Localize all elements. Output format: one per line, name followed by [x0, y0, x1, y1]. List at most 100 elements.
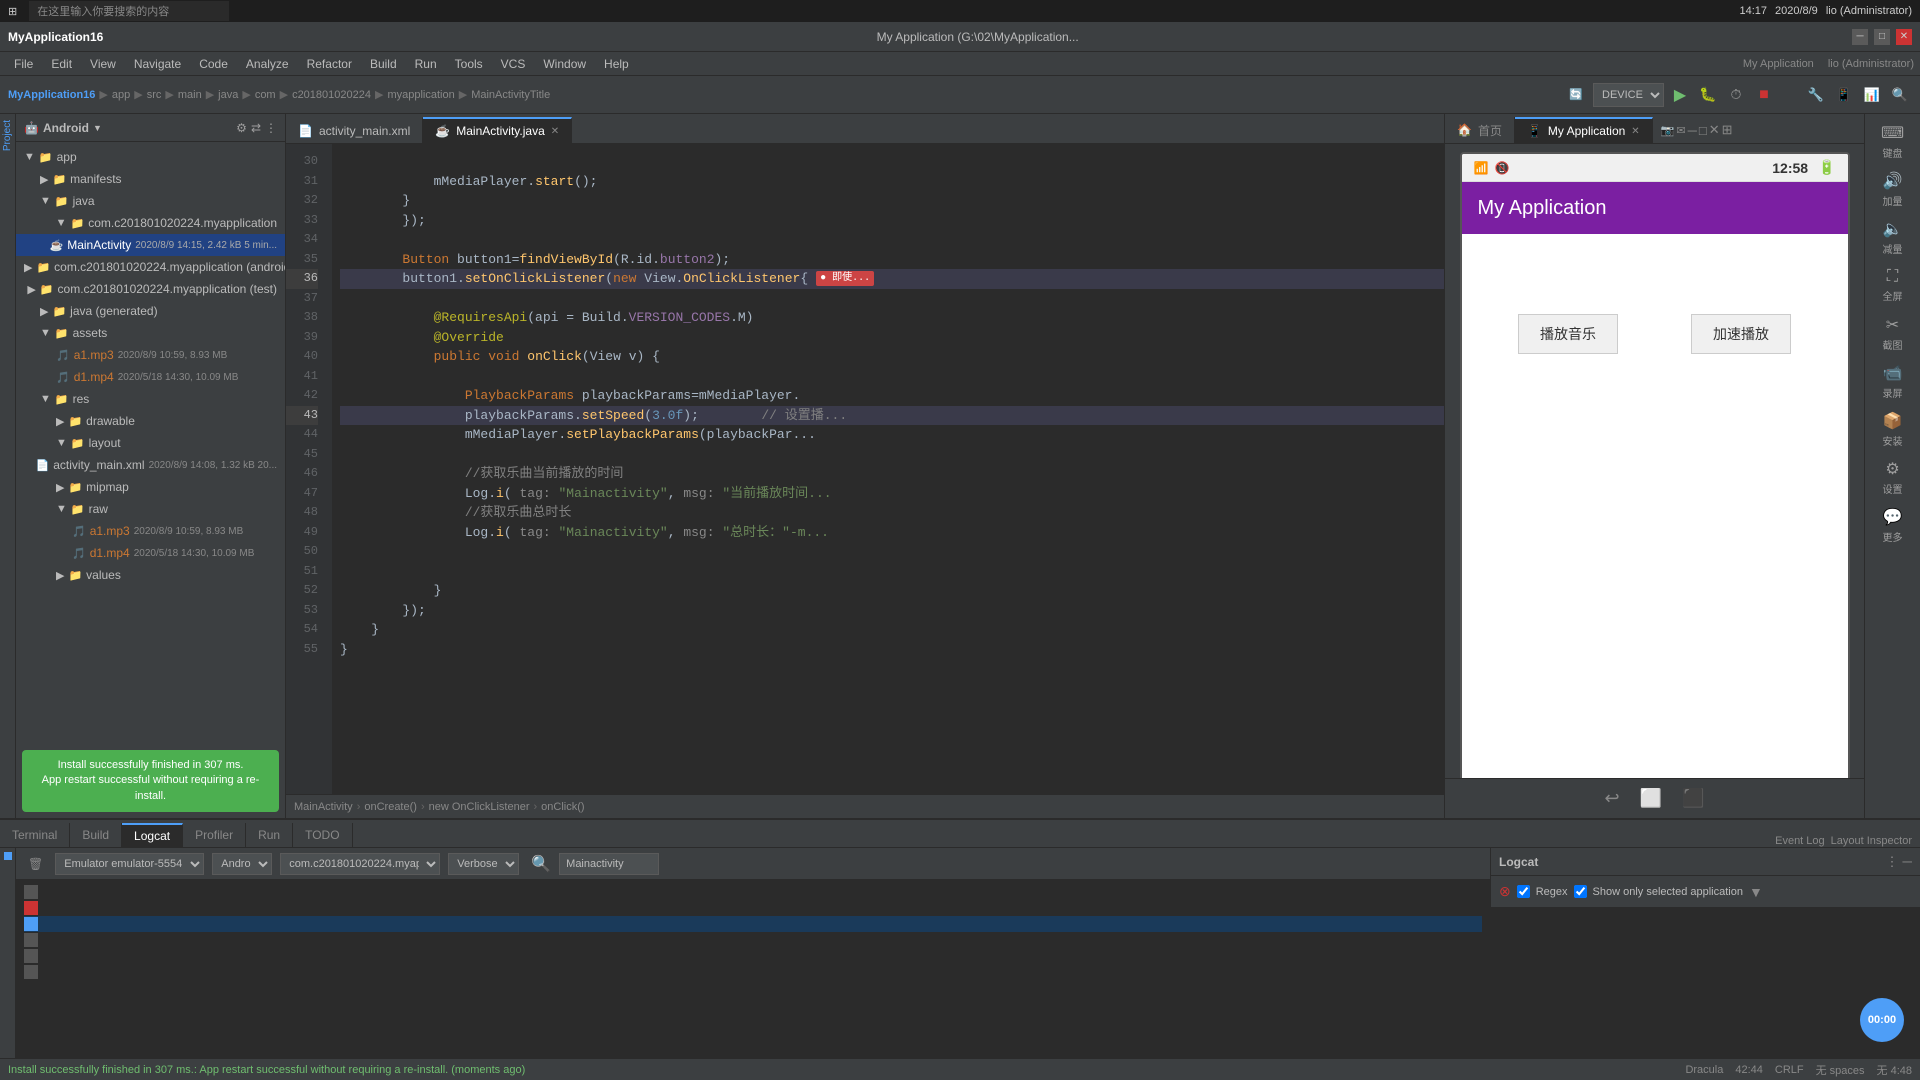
tree-item-a1mp3-assets[interactable]: 🎵 a1.mp3 2020/8/9 10:59, 8.93 MB: [16, 344, 285, 366]
emulator-select[interactable]: Emulator emulator-5554: [55, 853, 204, 875]
tree-item-java[interactable]: ▼ 📁 java: [16, 190, 285, 212]
logcat-indicator-info[interactable]: [4, 852, 12, 860]
profile-button[interactable]: ⏱: [1724, 83, 1748, 107]
log-line-3[interactable]: [24, 916, 1482, 932]
menu-navigate[interactable]: Navigate: [126, 55, 189, 73]
tree-item-layout[interactable]: ▼ 📁 layout: [16, 432, 285, 454]
menu-refactor[interactable]: Refactor: [299, 55, 360, 73]
tree-item-package[interactable]: ▼ 📁 com.c201801020224.myapplication: [16, 212, 285, 234]
tab-activity-main-xml[interactable]: 📄 activity_main.xml: [286, 117, 423, 143]
tree-item-mipmap[interactable]: ▶ 📁 mipmap: [16, 476, 285, 498]
tab-todo[interactable]: TODO: [293, 823, 352, 847]
sync-button[interactable]: 🔄: [1563, 83, 1589, 107]
device-recents-button[interactable]: ⬛: [1682, 788, 1704, 809]
breadcrumb-mainactivity[interactable]: MainActivity: [294, 801, 353, 813]
breadcrumb-oncreate[interactable]: onCreate(): [364, 801, 417, 813]
tree-item-assets[interactable]: ▼ 📁 assets: [16, 322, 285, 344]
settings-button[interactable]: ⚙ 设置: [1868, 454, 1918, 500]
tab-myapplication[interactable]: 📱 My Application ✕: [1515, 117, 1653, 143]
keyboard-button[interactable]: ⌨ 键盘: [1868, 118, 1918, 164]
ide-window-controls[interactable]: ─ □ ✕: [1852, 29, 1912, 45]
show-selected-checkbox[interactable]: [1574, 885, 1587, 898]
tree-item-app[interactable]: ▼ 📁 app: [16, 146, 285, 168]
screenshot-button[interactable]: ✂ 截图: [1868, 310, 1918, 356]
toolbar-icon-3[interactable]: 📊: [1860, 83, 1884, 107]
tree-item-test[interactable]: ▶ 📁 com.c201801020224.myapplication (tes…: [16, 278, 285, 300]
menu-code[interactable]: Code: [191, 55, 236, 73]
menu-view[interactable]: View: [82, 55, 124, 73]
breadcrumb-listener[interactable]: new OnClickListener: [429, 801, 530, 813]
tab-logcat[interactable]: Logcat: [122, 823, 183, 847]
code-editor[interactable]: 30 31 32 33 34 35 36 37 38 39 40 41 42 4…: [286, 144, 1444, 794]
log-icon-info[interactable]: [24, 917, 38, 931]
device-tab-btn1[interactable]: 📷: [1661, 124, 1675, 137]
device-select[interactable]: DEVICE: [1593, 83, 1664, 107]
tab-profiler[interactable]: Profiler: [183, 823, 246, 847]
tab-close-icon[interactable]: ✕: [551, 126, 559, 137]
device-detach-btn[interactable]: ⊞: [1722, 122, 1733, 138]
logcat-stop-icon[interactable]: ⊗: [1499, 883, 1511, 900]
search-bar[interactable]: 在这里输入你要搜索的内容: [29, 1, 229, 21]
tree-item-d1mp4-assets[interactable]: 🎵 d1.mp4 2020/5/18 14:30, 10.09 MB: [16, 366, 285, 388]
install-button[interactable]: 📦 安装: [1868, 406, 1918, 452]
tab-home[interactable]: 🏠 首页: [1445, 117, 1515, 143]
device-home-button[interactable]: ⬜: [1640, 788, 1662, 809]
tree-item-android-test[interactable]: ▶ 📁 com.c201801020224.myapplication (and…: [16, 256, 285, 278]
android-select[interactable]: Andro: [212, 853, 272, 875]
expand-down-icon[interactable]: ▼: [1749, 884, 1763, 900]
volume-up-button[interactable]: 🔊 加量: [1868, 166, 1918, 212]
fullscreen-button[interactable]: ⛶ 全屏: [1868, 262, 1918, 308]
logcat-content[interactable]: [16, 880, 1490, 1058]
tree-item-res[interactable]: ▼ 📁 res: [16, 388, 285, 410]
tag-filter-input[interactable]: [559, 853, 659, 875]
windows-icon[interactable]: ⊞: [8, 5, 17, 18]
logcat-close-icon[interactable]: ─: [1903, 854, 1912, 870]
menu-help[interactable]: Help: [596, 55, 637, 73]
tree-item-manifests[interactable]: ▶ 📁 manifests: [16, 168, 285, 190]
menu-window[interactable]: Window: [535, 55, 594, 73]
tree-item-d1mp4-raw[interactable]: 🎵 d1.mp4 2020/5/18 14:30, 10.09 MB: [16, 542, 285, 564]
more-icon[interactable]: ⋮: [265, 121, 277, 135]
logcat-clear-button[interactable]: 🗑: [24, 855, 47, 873]
regex-checkbox[interactable]: [1517, 885, 1530, 898]
tab-mainactivity-java[interactable]: ☕ MainActivity.java ✕: [423, 117, 572, 143]
menu-tools[interactable]: Tools: [447, 55, 491, 73]
device-minimize-btn[interactable]: ─: [1688, 123, 1697, 138]
speed-play-button[interactable]: 加速播放: [1691, 314, 1791, 354]
maximize-button[interactable]: □: [1874, 29, 1890, 45]
tab-build[interactable]: Build: [70, 823, 122, 847]
menu-build[interactable]: Build: [362, 55, 405, 73]
tree-item-activity-main-xml[interactable]: 📄 activity_main.xml 2020/8/9 14:08, 1.32…: [16, 454, 285, 476]
event-log-link[interactable]: Event Log: [1775, 835, 1825, 847]
toolbar-icon-1[interactable]: 🔧: [1804, 83, 1828, 107]
tree-item-drawable[interactable]: ▶ 📁 drawable: [16, 410, 285, 432]
verbose-select[interactable]: Verbose: [448, 853, 519, 875]
tree-item-a1mp3-raw[interactable]: 🎵 a1.mp3 2020/8/9 10:59, 8.93 MB: [16, 520, 285, 542]
more-button[interactable]: 💬 更多: [1868, 502, 1918, 548]
tree-item-java-gen[interactable]: ▶ 📁 java (generated): [16, 300, 285, 322]
code-content[interactable]: mMediaPlayer.start(); } }); Button butto…: [332, 144, 1444, 794]
breadcrumb-onclick[interactable]: onClick(): [541, 801, 584, 813]
menu-analyze[interactable]: Analyze: [238, 55, 297, 73]
tree-item-values[interactable]: ▶ 📁 values: [16, 564, 285, 586]
toolbar-icon-2[interactable]: 📱: [1832, 83, 1856, 107]
package-select[interactable]: com.c201801020224.myapplicatio: [280, 853, 440, 875]
volume-down-button[interactable]: 🔈 减量: [1868, 214, 1918, 260]
play-music-button[interactable]: 播放音乐: [1518, 314, 1618, 354]
device-back-button[interactable]: ↩: [1605, 788, 1620, 809]
expand-icon[interactable]: ⇄: [251, 121, 261, 135]
menu-vcs[interactable]: VCS: [493, 55, 534, 73]
dropdown-icon[interactable]: ▼: [93, 123, 102, 133]
menu-run[interactable]: Run: [407, 55, 445, 73]
layout-inspector-link[interactable]: Layout Inspector: [1831, 835, 1912, 847]
logcat-settings-icon[interactable]: ⋮: [1885, 854, 1898, 870]
gear-icon[interactable]: ⚙: [236, 121, 247, 135]
run-button[interactable]: ▶: [1668, 83, 1692, 107]
logcat-right-content[interactable]: 00:00: [1491, 908, 1920, 1058]
close-button[interactable]: ✕: [1896, 29, 1912, 45]
toolbar-icon-4[interactable]: 🔍: [1888, 83, 1912, 107]
device-close-btn[interactable]: ✕: [1709, 122, 1720, 138]
menu-edit[interactable]: Edit: [43, 55, 80, 73]
tab-terminal[interactable]: Terminal: [0, 823, 70, 847]
debug-button[interactable]: 🐛: [1696, 83, 1720, 107]
